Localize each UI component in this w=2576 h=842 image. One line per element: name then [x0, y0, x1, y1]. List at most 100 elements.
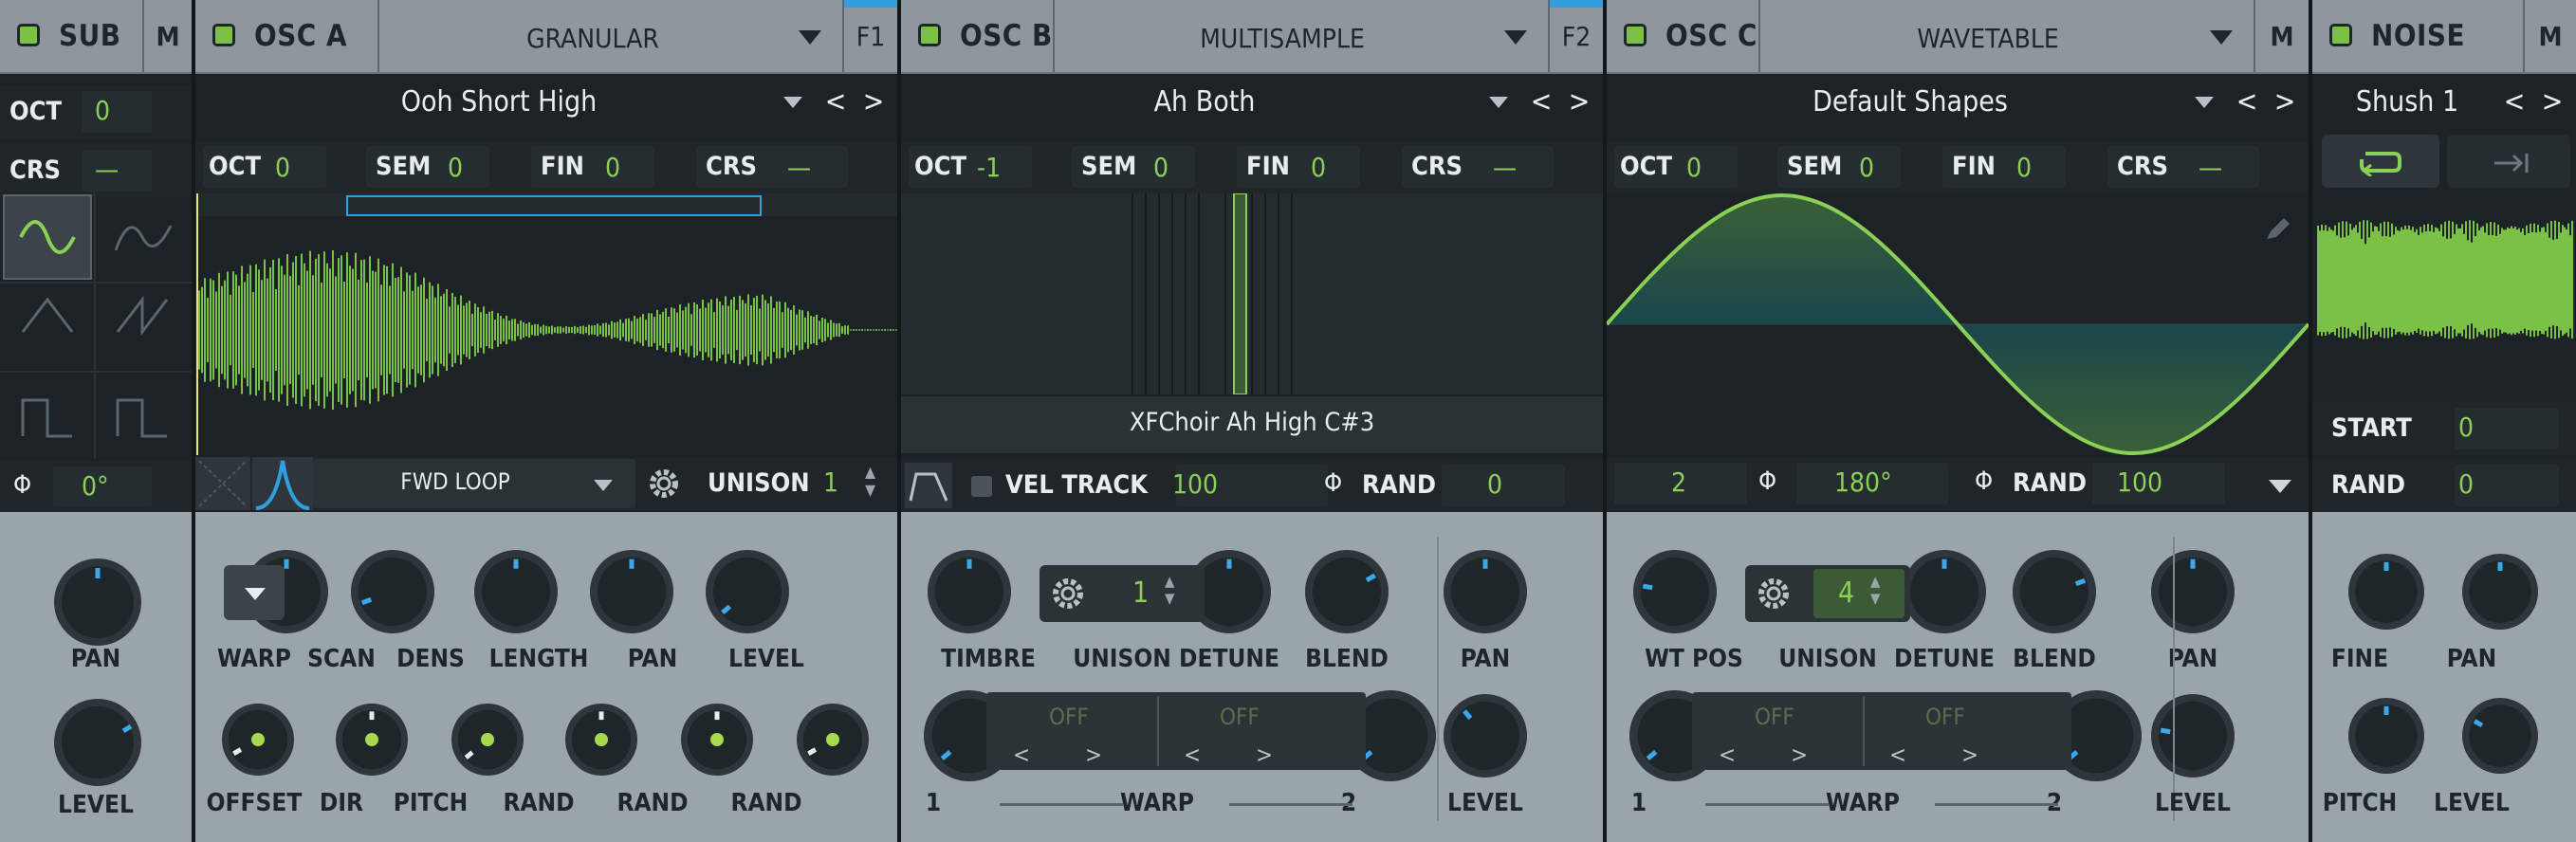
- noise-fine-knob[interactable]: [2348, 554, 2424, 630]
- warp1-prev[interactable]: <: [1005, 741, 1038, 768]
- saw-icon: [116, 295, 169, 337]
- osc-c-preset[interactable]: Default Shapes: [1645, 85, 2176, 119]
- osc-b-rand-field[interactable]: [1442, 465, 1565, 506]
- warp2-mode[interactable]: OFF: [1925, 704, 1965, 730]
- osc-b-preset[interactable]: Ah Both: [939, 85, 1470, 119]
- warp2-mode[interactable]: OFF: [1220, 704, 1260, 730]
- preset-prev-button[interactable]: <: [2233, 85, 2261, 119]
- osc-b-header: OSC B MULTISAMPLE F2: [901, 0, 1603, 74]
- osc-c-pan-knob[interactable]: [2151, 550, 2235, 633]
- preset-prev-button[interactable]: <: [821, 85, 850, 119]
- warp2-next[interactable]: >: [1248, 741, 1280, 768]
- chevron-down-icon[interactable]: [2195, 97, 2214, 108]
- gear-icon[interactable]: [645, 465, 683, 503]
- sub-title: SUB: [59, 19, 121, 53]
- osc-b-sample-name: XFChoir Ah High C#3: [1129, 408, 1375, 437]
- sub-oct-field[interactable]: [82, 91, 152, 133]
- osc-a-f1-button[interactable]: F1: [844, 21, 897, 52]
- preset-next-button[interactable]: >: [1565, 85, 1593, 119]
- osc-a-power-toggle[interactable]: [212, 24, 235, 46]
- osc-c-type[interactable]: WAVETABLE: [1760, 23, 2216, 54]
- noise-pitch-knob[interactable]: [2348, 698, 2424, 774]
- osc-b-pan-knob[interactable]: [1444, 550, 1527, 633]
- noise-level-knob[interactable]: [2462, 698, 2538, 774]
- noise-m-button[interactable]: M: [2525, 21, 2576, 52]
- envelope-shape-icon[interactable]: [252, 457, 313, 510]
- crossfade-icon[interactable]: [195, 457, 250, 510]
- osc-a-knob-top-2[interactable]: [474, 550, 558, 633]
- envelope-icon[interactable]: [905, 463, 952, 508]
- chevron-down-icon[interactable]: [2210, 30, 2233, 45]
- warp1-prev[interactable]: <: [1711, 741, 1743, 768]
- warp2-prev[interactable]: <: [1176, 741, 1208, 768]
- osc-a-rand1-knob[interactable]: [565, 704, 637, 776]
- osc-a-knob-top-1[interactable]: [351, 550, 434, 633]
- chevron-down-icon[interactable]: [2269, 480, 2291, 493]
- chevron-down-icon[interactable]: [799, 30, 821, 45]
- osc-a-knob-top-3[interactable]: [590, 550, 673, 633]
- chevron-down-icon[interactable]: [1504, 30, 1527, 45]
- osc-b-power-toggle[interactable]: [918, 24, 941, 46]
- stepper-icon[interactable]: ▲ ▼: [865, 463, 875, 499]
- osc-b-level-knob[interactable]: [1444, 694, 1527, 778]
- chevron-down-icon[interactable]: [1489, 97, 1508, 108]
- preset-next-button[interactable]: >: [2538, 85, 2567, 119]
- osc-c-wtpos-knob[interactable]: [1633, 550, 1717, 633]
- osc-c-level-knob[interactable]: [2151, 694, 2235, 778]
- sub-level-knob[interactable]: [46, 690, 150, 795]
- sub-m-button[interactable]: M: [144, 21, 192, 52]
- osc-b-panel: OSC B MULTISAMPLE F2 Ah Both < > OCT -1 …: [901, 0, 1603, 842]
- osc-a-waveform-display[interactable]: [195, 193, 897, 455]
- osc-b-keymap-display[interactable]: [901, 193, 1603, 394]
- preset-next-button[interactable]: >: [859, 85, 888, 119]
- osc-a-type[interactable]: GRANULAR: [379, 23, 806, 54]
- osc-c-blend-knob[interactable]: [2013, 550, 2096, 633]
- osc-b-f2-button[interactable]: F2: [1550, 21, 1603, 52]
- osc-a-pitch-knob[interactable]: [451, 704, 524, 776]
- osc-a-unison-value[interactable]: 1: [823, 467, 838, 498]
- warp1-next[interactable]: >: [1783, 741, 1815, 768]
- preset-prev-button[interactable]: <: [1527, 85, 1555, 119]
- warp1-mode[interactable]: OFF: [1049, 704, 1089, 730]
- square-icon: [21, 398, 72, 438]
- sub-panel: SUB M OCT 0 CRS — Φ 0° PAN LEVEL: [0, 0, 192, 842]
- osc-a-dir-knob[interactable]: [336, 704, 408, 776]
- pulse-icon: [116, 398, 167, 438]
- noise-pan-knob[interactable]: [2462, 554, 2538, 630]
- osc-a-rand2-knob[interactable]: [681, 704, 753, 776]
- osc-a-rand3-knob[interactable]: [797, 704, 869, 776]
- osc-c-header: OSC C WAVETABLE M: [1607, 0, 2309, 74]
- triangle-icon: [21, 297, 74, 333]
- sub-power-toggle[interactable]: [17, 24, 40, 46]
- preset-prev-button[interactable]: <: [2500, 85, 2529, 119]
- vel-track-checkbox[interactable]: [971, 476, 992, 497]
- chevron-down-icon: [594, 480, 613, 491]
- warp2-next[interactable]: >: [1954, 741, 1986, 768]
- osc-b-timbre-knob[interactable]: [928, 550, 1011, 633]
- osc-c-power-toggle[interactable]: [1624, 24, 1647, 46]
- noise-power-toggle[interactable]: [2329, 24, 2352, 46]
- osc-c-panel: OSC C WAVETABLE M Default Shapes < > OCT…: [1607, 0, 2309, 842]
- noise-preset[interactable]: Shush 1: [2312, 85, 2502, 119]
- osc-c-m-button[interactable]: M: [2255, 21, 2309, 52]
- gear-icon[interactable]: [1753, 573, 1794, 614]
- warp1-mode[interactable]: OFF: [1755, 704, 1794, 730]
- phase-icon: Φ: [1324, 468, 1343, 498]
- stepper-icon[interactable]: ▲ ▼: [1165, 573, 1174, 607]
- osc-c-wavetable-display[interactable]: [1607, 193, 2309, 455]
- osc-a-knob-top-4[interactable]: [706, 550, 789, 633]
- warp2-prev[interactable]: <: [1882, 741, 1914, 768]
- gear-icon[interactable]: [1047, 573, 1089, 614]
- osc-a-offset-knob[interactable]: [222, 704, 294, 776]
- osc-b-type[interactable]: MULTISAMPLE: [1055, 23, 1510, 54]
- osc-a-preset[interactable]: Ooh Short High: [233, 85, 764, 119]
- sub-pan-knob[interactable]: [46, 550, 150, 654]
- osc-c-detune-knob[interactable]: [1903, 550, 1986, 633]
- warp1-next[interactable]: >: [1077, 741, 1110, 768]
- preset-next-button[interactable]: >: [2271, 85, 2299, 119]
- osc-b-blend-knob[interactable]: [1305, 550, 1389, 633]
- noise-waveform-display[interactable]: [2312, 199, 2576, 398]
- chevron-down-icon[interactable]: [783, 97, 802, 108]
- stepper-icon[interactable]: ▲ ▼: [1870, 573, 1880, 607]
- sub-header: SUB M: [0, 0, 192, 74]
